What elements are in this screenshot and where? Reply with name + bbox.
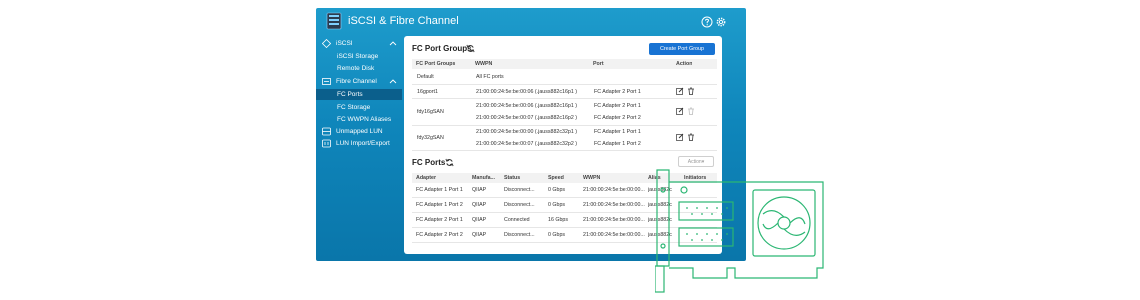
row-divider — [412, 84, 717, 85]
table-cell-manufacturer: QIIAP — [472, 217, 487, 223]
table-cell-adapter: FC Adapter 2 Port 1 — [416, 217, 463, 223]
app-title: iSCSI & Fibre Channel — [348, 15, 459, 27]
column-header: Status — [504, 175, 521, 181]
disk-stack-icon — [322, 127, 331, 136]
table-cell-wwpn: All FC ports — [476, 74, 504, 80]
sidebar-label-iscsi: iSCSI — [336, 40, 353, 47]
action-dropdown-button[interactable]: Action▾ — [678, 156, 714, 167]
table-cell-port: FC Adapter 1 Port 1 — [594, 129, 641, 135]
table-cell-speed: 0 Gbps — [548, 187, 566, 193]
table-cell-group: fdy32gSAN — [417, 135, 444, 141]
sidebar-item-iscsi[interactable]: iSCSI — [316, 38, 402, 49]
sidebar-item-unmapped-lun[interactable]: Unmapped LUN — [316, 126, 402, 137]
table-cell-wwpn: 21:00:00:24:5e:be:00:00... — [583, 187, 645, 193]
sidebar-item-iscsi-storage[interactable]: iSCSI Storage — [316, 51, 402, 62]
table-cell-wwpn: 21:00:00:24:5e:be:00:00 (.jauss882c32p1 … — [476, 129, 578, 135]
edit-icon[interactable] — [676, 107, 684, 115]
refresh-icon[interactable] — [445, 158, 454, 167]
table-cell-speed: 16 Gbps — [548, 217, 569, 223]
help-icon[interactable] — [701, 16, 713, 28]
table-cell-speed: 0 Gbps — [548, 202, 566, 208]
action-label: Action — [687, 158, 702, 165]
edit-icon[interactable] — [676, 87, 684, 95]
settings-gear-icon[interactable] — [715, 16, 727, 28]
table-cell-manufacturer: QIIAP — [472, 232, 487, 238]
fc-adapter-card-illustration — [655, 169, 824, 293]
sidebar-label-fc-ports: FC Ports — [337, 91, 363, 98]
table-cell-group: Default — [417, 74, 434, 80]
row-divider — [412, 125, 717, 126]
sidebar-label-iscsi-storage: iSCSI Storage — [337, 53, 379, 60]
sidebar-label-fc-storage: FC Storage — [337, 104, 371, 111]
table-cell-port: FC Adapter 2 Port 2 — [594, 115, 641, 121]
sidebar-item-fc-wwpn-aliases[interactable]: FC WWPN Aliases — [316, 114, 402, 125]
card-bracket-tab — [655, 265, 665, 293]
table-cell-wwpn: 21:00:00:24:5e:be:00:00... — [583, 232, 645, 238]
table-cell-adapter: FC Adapter 1 Port 1 — [416, 187, 463, 193]
refresh-icon[interactable] — [466, 44, 475, 53]
table-cell-manufacturer: QIIAP — [472, 187, 487, 193]
chevron-up-icon[interactable] — [389, 38, 397, 49]
import-export-icon — [322, 139, 331, 148]
sidebar-item-remote-disk[interactable]: Remote Disk — [316, 63, 402, 74]
port-groups-table-header: FC Port Groups WWPN Port Action — [412, 59, 717, 69]
table-cell-group: 16gport1 — [417, 89, 438, 95]
table-cell-status: Disconnect... — [504, 232, 535, 238]
column-header: Action — [676, 61, 693, 67]
table-cell-port: FC Adapter 1 Port 2 — [594, 141, 641, 147]
table-cell-wwpn: 21:00:00:24:5e:be:00:07 (.jauss882c32p2 … — [476, 141, 578, 147]
column-header: WWPN — [475, 61, 493, 67]
sidebar-label-remote-disk: Remote Disk — [337, 65, 375, 72]
sidebar-item-lun-import-export[interactable]: LUN Import/Export — [316, 138, 402, 149]
table-cell-group: fdy16gSAN — [417, 109, 444, 115]
table-cell-port: FC Adapter 2 Port 1 — [594, 89, 641, 95]
table-cell-wwpn: 21:00:00:24:5e:be:00:07 (.jauss882c16p2 … — [476, 115, 578, 121]
table-cell-wwpn: 21:00:00:24:5e:be:00:00... — [583, 202, 645, 208]
table-cell-speed: 0 Gbps — [548, 232, 566, 238]
column-header: WWPN — [583, 175, 601, 181]
port-groups-title: FC Port Groups — [412, 44, 472, 53]
column-header: Speed — [548, 175, 564, 181]
delete-trash-icon[interactable] — [687, 133, 695, 141]
sidebar-item-fibre-channel[interactable]: Fibre Channel — [316, 76, 402, 87]
edit-icon[interactable] — [676, 133, 684, 141]
delete-trash-icon[interactable] — [687, 87, 695, 95]
column-header: Port — [593, 61, 604, 67]
sidebar-label-fc-wwpn-aliases: FC WWPN Aliases — [337, 116, 392, 123]
sidebar-label-lun-import-export: LUN Import/Export — [336, 140, 390, 147]
card-pcb — [669, 181, 824, 279]
chevron-up-icon[interactable] — [389, 76, 397, 87]
sidebar-item-fc-ports[interactable]: FC Ports — [316, 89, 402, 100]
table-cell-status: Disconnect... — [504, 202, 535, 208]
table-cell-status: Disconnect... — [504, 187, 535, 193]
table-cell-port: FC Adapter 2 Port 1 — [594, 103, 641, 109]
table-cell-wwpn: 21:00:00:24:5e:be:00:00... — [583, 217, 645, 223]
column-header: Adapter — [416, 175, 437, 181]
create-port-group-button[interactable]: Create Port Group — [649, 43, 715, 55]
delete-trash-icon-disabled — [688, 107, 694, 115]
table-cell-status: Connected — [504, 217, 530, 223]
column-header: FC Port Groups — [416, 61, 456, 67]
sidebar-label-unmapped-lun: Unmapped LUN — [336, 128, 383, 135]
fibre-channel-icon — [322, 78, 331, 85]
card-fan — [757, 196, 811, 250]
table-cell-wwpn: 21:00:00:24:5e:be:00:06 (.jauss882c16p1 … — [476, 103, 578, 109]
row-divider — [412, 150, 717, 151]
card-port-top — [678, 201, 734, 221]
card-bracket — [656, 169, 670, 267]
fc-ports-title: FC Ports — [412, 158, 446, 167]
card-port-bottom — [678, 227, 734, 247]
sidebar-label-fibre-channel: Fibre Channel — [336, 78, 377, 85]
table-cell-manufacturer: QIIAP — [472, 202, 487, 208]
iscsi-diamond-icon — [322, 39, 331, 48]
table-cell-adapter: FC Adapter 2 Port 2 — [416, 232, 463, 238]
card-heatsink — [752, 189, 816, 257]
title-bar: iSCSI & Fibre Channel — [316, 8, 746, 36]
sidebar-item-fc-storage[interactable]: FC Storage — [316, 102, 402, 113]
app-logo-icon — [326, 12, 342, 30]
table-cell-wwpn: 21:00:00:24:5e:be:00:06 (.jauss882c16p1 … — [476, 89, 578, 95]
row-divider — [412, 98, 717, 99]
table-cell-adapter: FC Adapter 1 Port 2 — [416, 202, 463, 208]
column-header: Manufa... — [472, 175, 495, 181]
